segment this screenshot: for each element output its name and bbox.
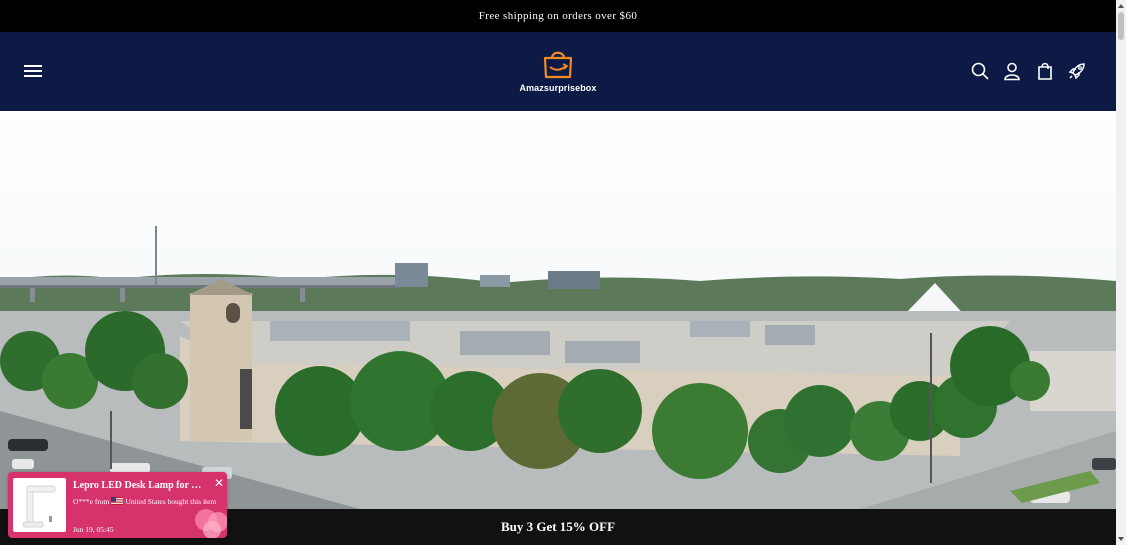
rocket-icon[interactable]: [1067, 61, 1087, 81]
desk-lamp-image: [22, 485, 56, 528]
scroll-down-arrow-icon[interactable]: [1117, 535, 1125, 543]
recent-sale-popup[interactable]: Lepro LED Desk Lamp for Ho... ✕ O***e fr…: [8, 472, 227, 538]
us-flag-icon: [111, 497, 124, 505]
decorative-heart-icon: [195, 509, 227, 538]
announcement-text: Free shipping on orders over $60: [478, 10, 638, 22]
menu-icon[interactable]: [24, 64, 42, 78]
cart-icon[interactable]: [1035, 61, 1055, 81]
hero-image: [0, 111, 1116, 509]
brand-logo[interactable]: Amazsurprisebox: [508, 49, 608, 97]
search-icon[interactable]: [970, 61, 990, 81]
mall-aerial-image: [0, 111, 1116, 509]
account-icon[interactable]: [1002, 61, 1022, 81]
site-header: Amazsurprisebox: [0, 32, 1116, 111]
product-thumbnail: [13, 478, 66, 532]
page: Free shipping on orders over $60 Amazsur…: [0, 0, 1116, 545]
popup-buyer: O***e from: [73, 497, 110, 506]
promo-text: Buy 3 Get 15% OFF: [500, 519, 616, 534]
announcement-bar: Free shipping on orders over $60: [0, 0, 1116, 32]
popup-product-title[interactable]: Lepro LED Desk Lamp for Ho...: [73, 480, 208, 491]
popup-timestamp: Jun 19, 05:45: [73, 525, 114, 534]
brand-name: Amazsurprisebox: [519, 83, 597, 93]
scrollbar-thumb[interactable]: [1118, 12, 1124, 40]
shopping-bag-logo-icon: [543, 51, 573, 79]
scroll-up-arrow-icon[interactable]: [1117, 2, 1125, 10]
close-icon[interactable]: ✕: [214, 476, 224, 490]
vertical-scrollbar[interactable]: [1116, 0, 1126, 545]
